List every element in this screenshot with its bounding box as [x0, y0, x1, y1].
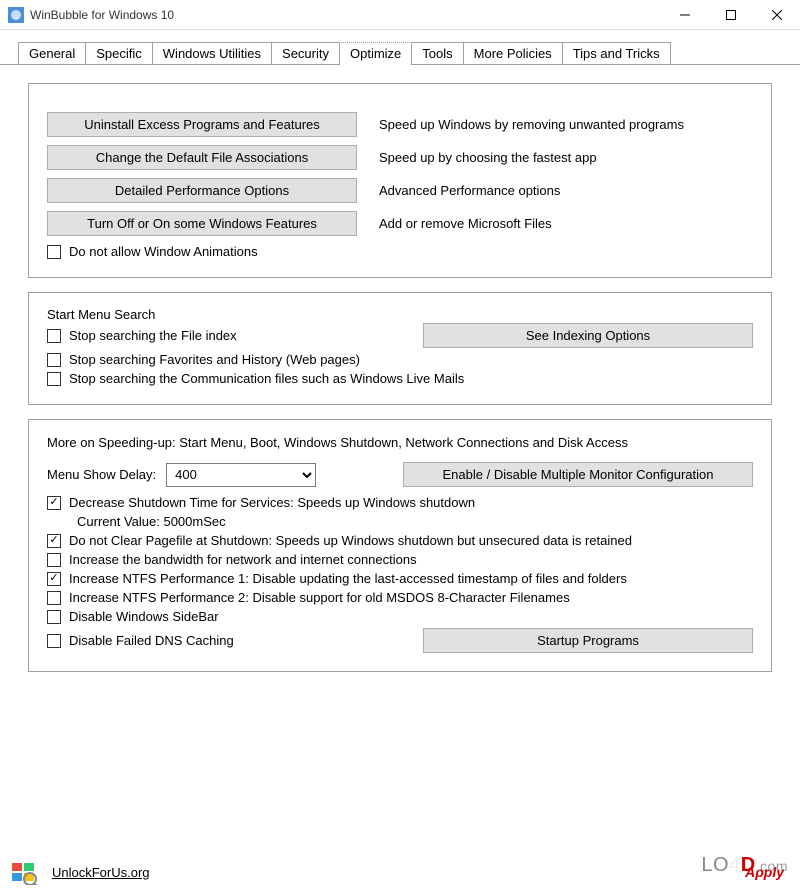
- top-group: Uninstall Excess Programs and Features S…: [28, 83, 772, 278]
- no-clear-pagefile-checkbox[interactable]: [47, 534, 61, 548]
- file-assoc-button[interactable]: Change the Default File Associations: [47, 145, 357, 170]
- startup-programs-button[interactable]: Startup Programs: [423, 628, 753, 653]
- stop-file-index-checkbox[interactable]: [47, 329, 61, 343]
- minimize-button[interactable]: [662, 0, 708, 30]
- perf-options-desc: Advanced Performance options: [357, 183, 753, 198]
- ntfs1-checkbox[interactable]: [47, 572, 61, 586]
- stop-favorites-checkbox[interactable]: [47, 353, 61, 367]
- start-menu-search-group: Start Menu Search Stop searching the Fil…: [28, 292, 772, 405]
- stop-comm-files-label: Stop searching the Communication files s…: [69, 371, 464, 386]
- monitor-config-button[interactable]: Enable / Disable Multiple Monitor Config…: [403, 462, 753, 487]
- disable-sidebar-label: Disable Windows SideBar: [69, 609, 219, 624]
- tab-tips-and-tricks[interactable]: Tips and Tricks: [562, 42, 671, 64]
- search-group-title: Start Menu Search: [47, 307, 423, 322]
- tab-content: Uninstall Excess Programs and Features S…: [0, 65, 800, 696]
- no-animations-label: Do not allow Window Animations: [69, 244, 258, 259]
- uninstall-desc: Speed up Windows by removing unwanted pr…: [357, 117, 753, 132]
- speedup-title: More on Speeding-up: Start Menu, Boot, W…: [47, 434, 647, 452]
- perf-options-button[interactable]: Detailed Performance Options: [47, 178, 357, 203]
- shutdown-current-value: Current Value: 5000mSec: [77, 514, 753, 529]
- footer: UnlockForUs.org Apply: [10, 859, 790, 885]
- tab-specific[interactable]: Specific: [85, 42, 153, 64]
- uninstall-programs-button[interactable]: Uninstall Excess Programs and Features: [47, 112, 357, 137]
- ntfs2-label: Increase NTFS Performance 2: Disable sup…: [69, 590, 570, 605]
- watermark: LO4D.com: [701, 854, 788, 877]
- disable-sidebar-checkbox[interactable]: [47, 610, 61, 624]
- increase-bandwidth-checkbox[interactable]: [47, 553, 61, 567]
- ntfs1-label: Increase NTFS Performance 1: Disable upd…: [69, 571, 627, 586]
- ntfs2-checkbox[interactable]: [47, 591, 61, 605]
- window-title: WinBubble for Windows 10: [30, 8, 662, 22]
- tab-strip: General Specific Windows Utilities Secur…: [0, 30, 800, 65]
- windows-features-button[interactable]: Turn Off or On some Windows Features: [47, 211, 357, 236]
- tab-tools[interactable]: Tools: [411, 42, 463, 64]
- close-button[interactable]: [754, 0, 800, 30]
- speedup-group: More on Speeding-up: Start Menu, Boot, W…: [28, 419, 772, 672]
- menu-delay-label: Menu Show Delay:: [47, 467, 156, 482]
- stop-comm-files-checkbox[interactable]: [47, 372, 61, 386]
- title-bar: WinBubble for Windows 10: [0, 0, 800, 30]
- tab-optimize[interactable]: Optimize: [339, 42, 412, 65]
- disable-dns-caching-label: Disable Failed DNS Caching: [69, 633, 234, 648]
- tab-security[interactable]: Security: [271, 42, 340, 64]
- footer-link[interactable]: UnlockForUs.org: [52, 865, 150, 880]
- windows-features-desc: Add or remove Microsoft Files: [357, 216, 753, 231]
- no-animations-checkbox[interactable]: [47, 245, 61, 259]
- decrease-shutdown-checkbox[interactable]: [47, 496, 61, 510]
- tab-windows-utilities[interactable]: Windows Utilities: [152, 42, 272, 64]
- maximize-button[interactable]: [708, 0, 754, 30]
- no-clear-pagefile-label: Do not Clear Pagefile at Shutdown: Speed…: [69, 533, 632, 548]
- file-assoc-desc: Speed up by choosing the fastest app: [357, 150, 753, 165]
- disable-dns-caching-checkbox[interactable]: [47, 634, 61, 648]
- menu-delay-combo[interactable]: 400: [166, 463, 316, 487]
- increase-bandwidth-label: Increase the bandwidth for network and i…: [69, 552, 417, 567]
- app-icon: [8, 7, 24, 23]
- footer-logo-icon: [10, 859, 38, 885]
- stop-file-index-label: Stop searching the File index: [69, 328, 237, 343]
- decrease-shutdown-label: Decrease Shutdown Time for Services: Spe…: [69, 495, 475, 510]
- tab-general[interactable]: General: [18, 42, 86, 64]
- indexing-options-button[interactable]: See Indexing Options: [423, 323, 753, 348]
- tab-more-policies[interactable]: More Policies: [463, 42, 563, 64]
- stop-favorites-label: Stop searching Favorites and History (We…: [69, 352, 360, 367]
